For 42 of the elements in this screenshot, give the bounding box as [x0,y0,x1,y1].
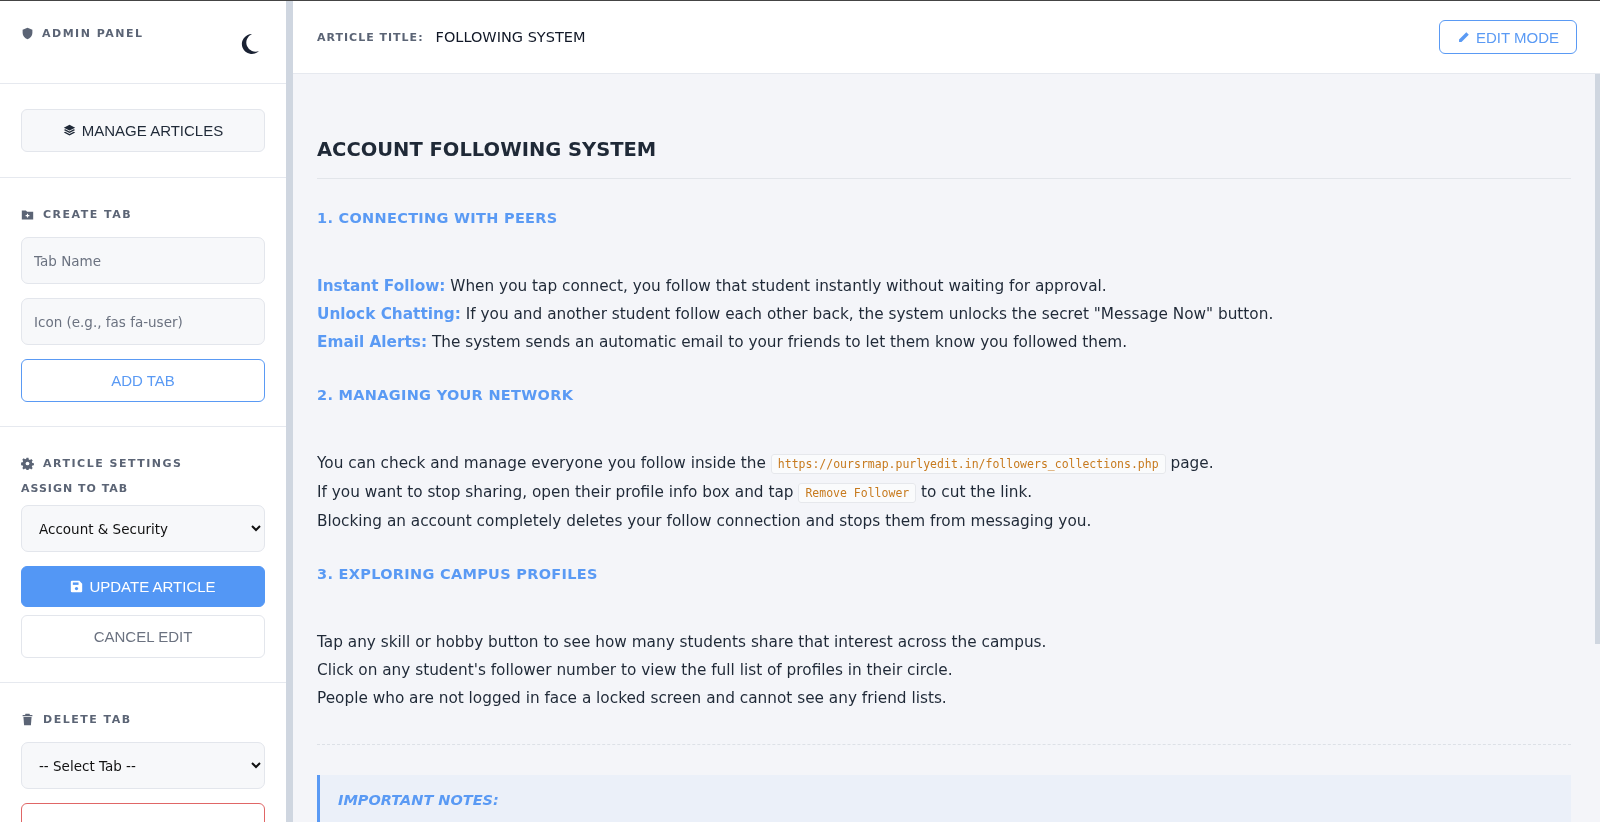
layers-icon [62,124,76,137]
add-tab-button[interactable]: ADD TAB [21,359,265,402]
field-label: ARTICLE TITLE: [317,30,424,44]
paragraph: Blocking an account completely deletes your follow connection and stops them from messaging you. [317,511,1093,532]
scrollbar[interactable] [1595,74,1600,644]
edit-mode-button[interactable]: EDIT MODE [1438,20,1577,54]
gear-icon [21,457,34,470]
select-field[interactable]: -- Select Tab -- [21,742,265,789]
paragraph: You can check and manage everyone you follow inside the https://oursrmap.purlyedit.in/followers_collections.php page. [317,453,1215,476]
input-field[interactable]: Tab Name [21,237,265,284]
paragraph: Unlock Chatting: If you and another student follow each other back, the system unlocks the secret "Message Now" button. [317,304,1275,325]
input-field[interactable]: Icon (e.g., fas fa-user) [21,298,265,345]
section-heading: 2. MANAGING YOUR NETWORK [317,387,575,403]
notes-heading: IMPORTANT NOTES: [338,792,500,808]
article-title: FOLLOWING SYSTEM [435,29,587,45]
manage-articles-button[interactable]: MANAGE ARTICLES [21,109,265,152]
pencil-icon [1456,30,1470,44]
save-icon [70,580,84,593]
paragraph: If you want to stop sharing, open their profile info box and tap Remove Follower to cut the link. [317,482,1034,505]
scrollbar[interactable] [286,1,293,822]
section-title: CREATE TAB [43,208,133,221]
moon-icon[interactable] [240,33,260,55]
shield-icon [21,27,34,40]
cancel-edit-button[interactable]: CANCEL EDIT [21,615,265,658]
update-article-button[interactable]: UPDATE ARTICLE [21,566,265,607]
paragraph: Email Alerts: The system sends an automatic email to your friends to let them know you followed them. [317,332,1129,353]
paragraph: Tap any skill or hobby button to see how many students share that interest across the campus. [317,632,1048,653]
trash-icon [21,713,34,726]
paragraph: People who are not logged in face a locked screen and cannot see any friend lists. [317,688,948,709]
field-label: ASSIGN TO TAB [21,482,130,495]
inline-code: https://oursrmap.purlyedit.in/followers_collections.php [770,454,1166,474]
article-heading: ACCOUNT FOLLOWING SYSTEM [317,138,1571,179]
paragraph: Click on any student's follower number to view the full list of profiles in their circle. [317,660,954,681]
section-title: DELETE TAB [43,713,132,726]
inline-code: Remove Follower [798,483,917,503]
panel-title: ADMIN PANEL [42,27,144,40]
paragraph: Instant Follow: When you tap connect, you follow that student instantly without waiting for approval. [317,276,1108,297]
folder-plus-icon [21,208,34,221]
section-heading: 1. CONNECTING WITH PEERS [317,210,559,226]
section-title: ARTICLE SETTINGS [43,457,183,470]
select-field[interactable]: Account & Security [21,505,265,552]
section-heading: 3. EXPLORING CAMPUS PROFILES [317,566,599,582]
